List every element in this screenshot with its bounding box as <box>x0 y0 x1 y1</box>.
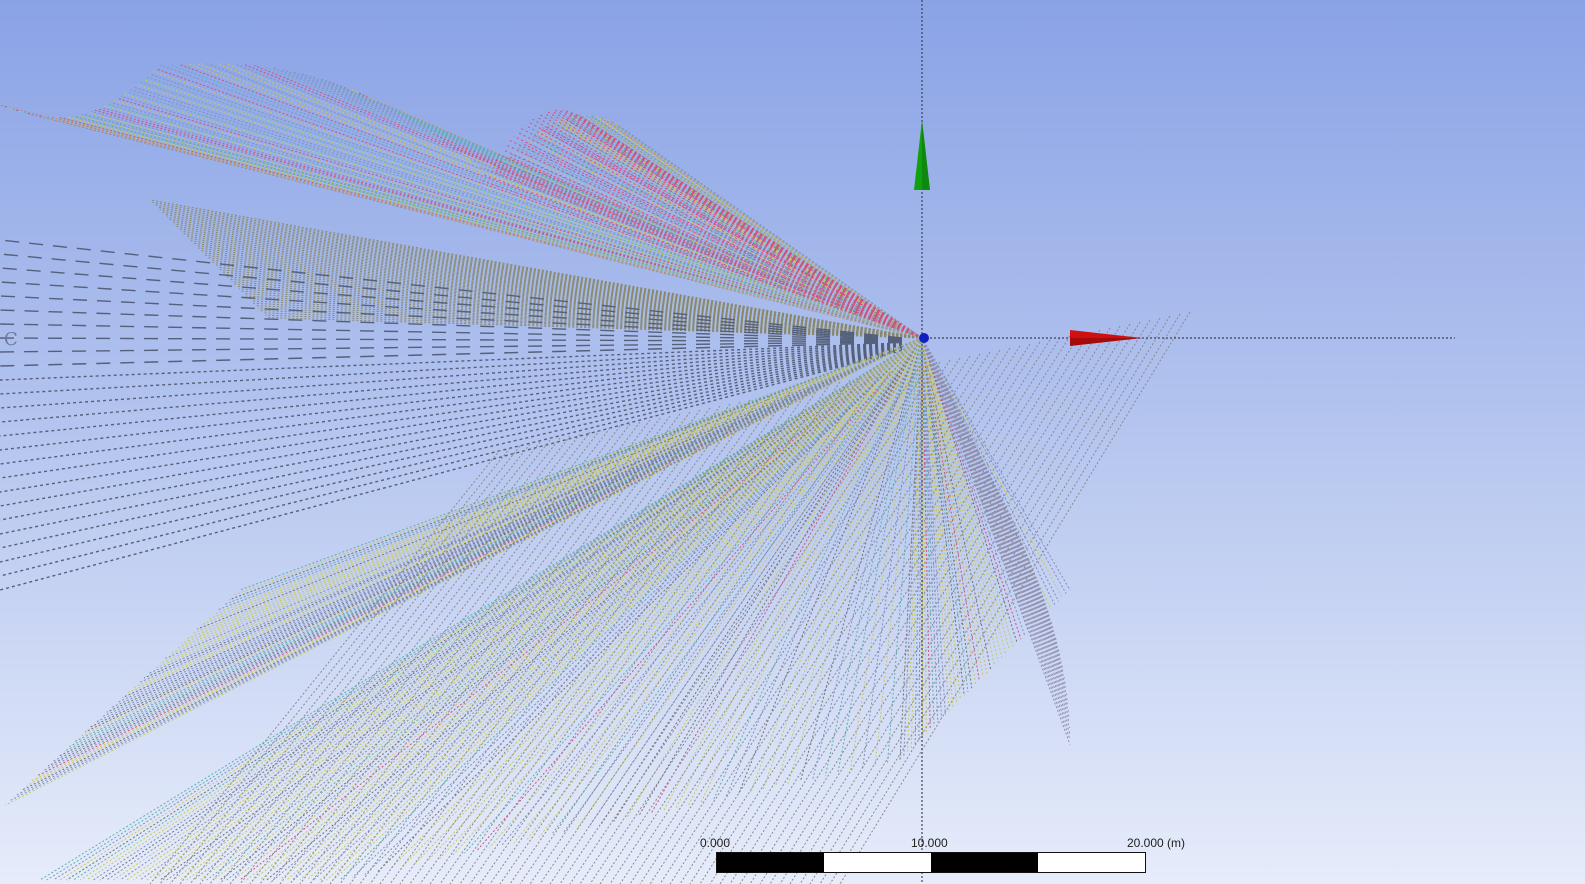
wire-line <box>464 337 923 854</box>
wire-line <box>364 337 923 876</box>
wire-line <box>401 337 923 868</box>
wire-line <box>326 337 923 881</box>
y-axis-arrow-shade <box>922 120 930 190</box>
wire-line <box>73 337 923 881</box>
wire-line <box>339 337 923 881</box>
wire-line <box>122 337 923 699</box>
wire-line <box>46 337 923 881</box>
wire-line <box>921 337 1071 591</box>
wire-line <box>169 64 923 339</box>
wire-line <box>249 429 601 884</box>
wire-line <box>101 337 923 718</box>
wire-line <box>921 337 1059 646</box>
scale-bar <box>716 852 1146 873</box>
scale-label-10: 10.000 <box>911 836 948 850</box>
wire-line <box>687 337 923 806</box>
wire-line <box>143 79 923 339</box>
wire-line <box>299 337 923 881</box>
wire-line <box>526 337 923 841</box>
wire-line <box>173 337 923 881</box>
wire-line <box>921 337 980 681</box>
wire-line <box>921 337 1071 745</box>
wire-line <box>136 84 923 339</box>
scale-label-0: 0.000 <box>700 836 731 850</box>
wire-line <box>186 337 923 640</box>
wire-line <box>399 399 751 884</box>
scale-segment <box>1038 853 1145 872</box>
wire-line <box>179 337 923 881</box>
wire-line <box>0 347 903 521</box>
wire-line <box>53 337 923 881</box>
wire-line <box>589 361 941 884</box>
wire-line <box>921 337 1071 734</box>
wire-line <box>921 337 935 727</box>
wire-line <box>339 411 691 884</box>
wire-line <box>126 337 923 881</box>
wire-line <box>199 439 551 884</box>
wire-line <box>71 116 923 339</box>
scale-segment <box>717 853 824 872</box>
wire-line <box>133 86 923 339</box>
wire-line <box>0 323 903 342</box>
wire-line <box>0 337 903 343</box>
scale-segment <box>824 853 931 872</box>
wire-line <box>0 346 903 507</box>
wire-line <box>719 335 1071 884</box>
wire-line <box>219 337 923 881</box>
wire-line <box>414 337 923 865</box>
wire-line <box>0 348 903 563</box>
edge-label: C <box>4 329 18 350</box>
wire-line <box>133 337 923 881</box>
wire-line <box>101 106 923 339</box>
wire-line <box>839 311 1191 884</box>
wire-line <box>921 337 1014 647</box>
3d-viewport[interactable]: C 0.000 10.000 20.000 (m) <box>0 0 1585 884</box>
wire-line <box>0 342 903 381</box>
wire-line <box>273 337 923 881</box>
wire-line <box>206 63 923 339</box>
wire-line <box>769 325 1121 884</box>
wire-line <box>476 337 923 851</box>
wire-line <box>206 337 923 881</box>
scale-label-20: 20.000 (m) <box>1127 836 1186 850</box>
wire-line <box>650 337 923 814</box>
wire-line <box>79 337 923 881</box>
wire-line <box>165 337 923 659</box>
x-axis-arrow-shade <box>1070 338 1142 346</box>
wire-line <box>226 337 923 881</box>
wire-line <box>229 337 923 601</box>
wire-line <box>229 433 581 884</box>
wire-line <box>663 337 923 811</box>
origin-point-icon <box>919 333 929 343</box>
wire-line <box>570 115 923 339</box>
wire-line <box>0 341 903 367</box>
lower-wing-mesh <box>5 311 1191 884</box>
wire-line <box>319 337 923 881</box>
wire-line <box>521 128 923 339</box>
wire-line <box>376 337 923 873</box>
wire-line <box>369 405 721 884</box>
wire-line <box>81 114 923 339</box>
wire-line <box>352 337 923 878</box>
wire-line <box>113 337 923 881</box>
wire-line <box>426 337 923 862</box>
wire-line <box>799 337 923 782</box>
wire-line <box>0 344 903 437</box>
scale-segment <box>931 853 1038 872</box>
wire-line <box>0 341 903 353</box>
wireframe-scene[interactable]: C <box>0 0 1585 884</box>
wire-line <box>104 105 923 339</box>
wire-line <box>0 267 903 340</box>
wire-line <box>921 337 1065 679</box>
wire-line <box>759 327 1111 884</box>
